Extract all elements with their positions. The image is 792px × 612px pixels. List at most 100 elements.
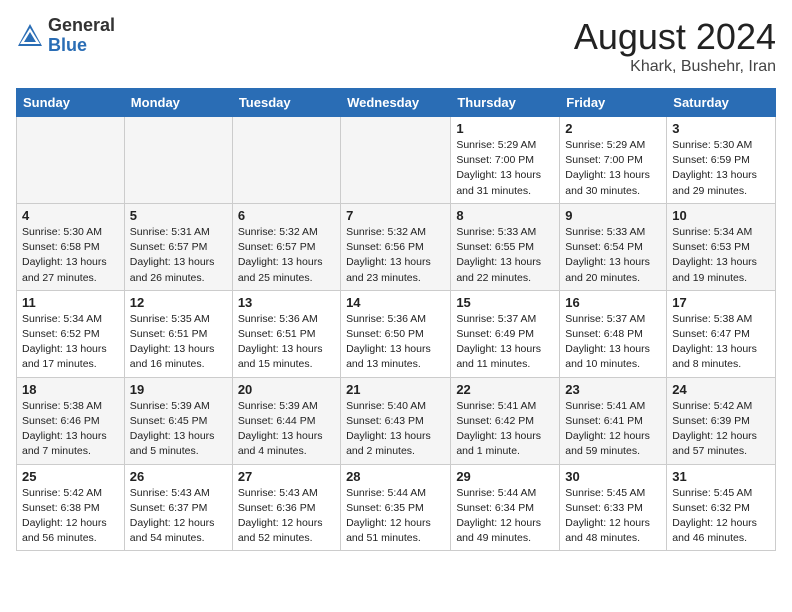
calendar-table: SundayMondayTuesdayWednesdayThursdayFrid… bbox=[16, 88, 776, 551]
calendar-week-row: 4 Sunrise: 5:30 AM Sunset: 6:58 PM Daylig… bbox=[17, 203, 776, 290]
day-number: 5 bbox=[130, 208, 227, 223]
day-info: Sunrise: 5:43 AM Sunset: 6:37 PM Dayligh… bbox=[130, 486, 227, 547]
calendar-cell: 26 Sunrise: 5:43 AM Sunset: 6:37 PM Dayli… bbox=[124, 464, 232, 551]
weekday-header-tuesday: Tuesday bbox=[232, 89, 340, 117]
day-info: Sunrise: 5:31 AM Sunset: 6:57 PM Dayligh… bbox=[130, 225, 227, 286]
day-info: Sunrise: 5:30 AM Sunset: 6:59 PM Dayligh… bbox=[672, 138, 770, 199]
day-number: 19 bbox=[130, 382, 227, 397]
day-number: 18 bbox=[22, 382, 119, 397]
calendar-cell: 29 Sunrise: 5:44 AM Sunset: 6:34 PM Dayli… bbox=[451, 464, 560, 551]
calendar-cell bbox=[17, 117, 125, 204]
day-info: Sunrise: 5:32 AM Sunset: 6:56 PM Dayligh… bbox=[346, 225, 445, 286]
calendar-cell: 27Sunrise: 5:43 AM Sunset: 6:36 PM Dayli… bbox=[232, 464, 340, 551]
day-info: Sunrise: 5:37 AM Sunset: 6:48 PM Dayligh… bbox=[565, 312, 661, 373]
calendar-cell: 21Sunrise: 5:40 AM Sunset: 6:43 PM Dayli… bbox=[341, 377, 451, 464]
day-info: Sunrise: 5:34 AM Sunset: 6:52 PM Dayligh… bbox=[22, 312, 119, 373]
weekday-header-wednesday: Wednesday bbox=[341, 89, 451, 117]
day-info: Sunrise: 5:44 AM Sunset: 6:35 PM Dayligh… bbox=[346, 486, 445, 547]
day-number: 9 bbox=[565, 208, 661, 223]
day-number: 20 bbox=[238, 382, 335, 397]
logo-general-text: General bbox=[48, 15, 115, 35]
calendar-cell: 7 Sunrise: 5:32 AM Sunset: 6:56 PM Daylig… bbox=[341, 203, 451, 290]
day-info: Sunrise: 5:45 AM Sunset: 6:32 PM Dayligh… bbox=[672, 486, 770, 547]
day-info: Sunrise: 5:41 AM Sunset: 6:42 PM Dayligh… bbox=[456, 399, 554, 460]
day-number: 31 bbox=[672, 469, 770, 484]
location-subtitle: Khark, Bushehr, Iran bbox=[574, 58, 776, 76]
calendar-cell: 3 Sunrise: 5:30 AM Sunset: 6:59 PM Daylig… bbox=[667, 117, 776, 204]
calendar-cell: 2 Sunrise: 5:29 AM Sunset: 7:00 PM Daylig… bbox=[560, 117, 667, 204]
day-info: Sunrise: 5:36 AM Sunset: 6:50 PM Dayligh… bbox=[346, 312, 445, 373]
calendar-cell: 22 Sunrise: 5:41 AM Sunset: 6:42 PM Dayli… bbox=[451, 377, 560, 464]
weekday-header-saturday: Saturday bbox=[667, 89, 776, 117]
day-info: Sunrise: 5:41 AM Sunset: 6:41 PM Dayligh… bbox=[565, 399, 661, 460]
day-number: 24 bbox=[672, 382, 770, 397]
day-number: 2 bbox=[565, 121, 661, 136]
day-info: Sunrise: 5:40 AM Sunset: 6:43 PM Dayligh… bbox=[346, 399, 445, 460]
calendar-week-row: 1 Sunrise: 5:29 AM Sunset: 7:00 PM Daylig… bbox=[17, 117, 776, 204]
calendar-cell: 24 Sunrise: 5:42 AM Sunset: 6:39 PM Dayli… bbox=[667, 377, 776, 464]
calendar-cell: 16 Sunrise: 5:37 AM Sunset: 6:48 PM Dayli… bbox=[560, 290, 667, 377]
calendar-cell bbox=[341, 117, 451, 204]
calendar-cell: 23Sunrise: 5:41 AM Sunset: 6:41 PM Dayli… bbox=[560, 377, 667, 464]
logo-icon bbox=[16, 22, 44, 50]
day-info: Sunrise: 5:33 AM Sunset: 6:55 PM Dayligh… bbox=[456, 225, 554, 286]
day-number: 1 bbox=[456, 121, 554, 136]
day-info: Sunrise: 5:33 AM Sunset: 6:54 PM Dayligh… bbox=[565, 225, 661, 286]
calendar-cell: 6 Sunrise: 5:32 AM Sunset: 6:57 PM Daylig… bbox=[232, 203, 340, 290]
day-number: 26 bbox=[130, 469, 227, 484]
day-number: 11 bbox=[22, 295, 119, 310]
day-number: 15 bbox=[456, 295, 554, 310]
calendar-cell: 5 Sunrise: 5:31 AM Sunset: 6:57 PM Daylig… bbox=[124, 203, 232, 290]
day-info: Sunrise: 5:43 AM Sunset: 6:36 PM Dayligh… bbox=[238, 486, 335, 547]
day-number: 6 bbox=[238, 208, 335, 223]
calendar-cell bbox=[124, 117, 232, 204]
day-info: Sunrise: 5:29 AM Sunset: 7:00 PM Dayligh… bbox=[565, 138, 661, 199]
month-year-title: August 2024 bbox=[574, 16, 776, 58]
day-number: 8 bbox=[456, 208, 554, 223]
weekday-header-row: SundayMondayTuesdayWednesdayThursdayFrid… bbox=[17, 89, 776, 117]
calendar-cell: 8 Sunrise: 5:33 AM Sunset: 6:55 PM Daylig… bbox=[451, 203, 560, 290]
day-info: Sunrise: 5:36 AM Sunset: 6:51 PM Dayligh… bbox=[238, 312, 335, 373]
calendar-cell: 11 Sunrise: 5:34 AM Sunset: 6:52 PM Dayli… bbox=[17, 290, 125, 377]
calendar-cell: 17Sunrise: 5:38 AM Sunset: 6:47 PM Dayli… bbox=[667, 290, 776, 377]
day-info: Sunrise: 5:42 AM Sunset: 6:38 PM Dayligh… bbox=[22, 486, 119, 547]
day-number: 7 bbox=[346, 208, 445, 223]
calendar-cell: 20Sunrise: 5:39 AM Sunset: 6:44 PM Dayli… bbox=[232, 377, 340, 464]
day-info: Sunrise: 5:37 AM Sunset: 6:49 PM Dayligh… bbox=[456, 312, 554, 373]
day-info: Sunrise: 5:38 AM Sunset: 6:46 PM Dayligh… bbox=[22, 399, 119, 460]
day-number: 4 bbox=[22, 208, 119, 223]
day-number: 28 bbox=[346, 469, 445, 484]
day-number: 22 bbox=[456, 382, 554, 397]
calendar-cell: 14Sunrise: 5:36 AM Sunset: 6:50 PM Dayli… bbox=[341, 290, 451, 377]
day-number: 17 bbox=[672, 295, 770, 310]
day-info: Sunrise: 5:35 AM Sunset: 6:51 PM Dayligh… bbox=[130, 312, 227, 373]
calendar-week-row: 11 Sunrise: 5:34 AM Sunset: 6:52 PM Dayli… bbox=[17, 290, 776, 377]
day-number: 16 bbox=[565, 295, 661, 310]
calendar-week-row: 18 Sunrise: 5:38 AM Sunset: 6:46 PM Dayli… bbox=[17, 377, 776, 464]
day-number: 12 bbox=[130, 295, 227, 310]
calendar-cell: 18 Sunrise: 5:38 AM Sunset: 6:46 PM Dayli… bbox=[17, 377, 125, 464]
calendar-cell: 30 Sunrise: 5:45 AM Sunset: 6:33 PM Dayli… bbox=[560, 464, 667, 551]
day-info: Sunrise: 5:42 AM Sunset: 6:39 PM Dayligh… bbox=[672, 399, 770, 460]
day-number: 3 bbox=[672, 121, 770, 136]
page-header: General Blue August 2024 Khark, Bushehr,… bbox=[16, 16, 776, 76]
weekday-header-thursday: Thursday bbox=[451, 89, 560, 117]
day-info: Sunrise: 5:39 AM Sunset: 6:45 PM Dayligh… bbox=[130, 399, 227, 460]
day-info: Sunrise: 5:44 AM Sunset: 6:34 PM Dayligh… bbox=[456, 486, 554, 547]
calendar-cell: 9 Sunrise: 5:33 AM Sunset: 6:54 PM Daylig… bbox=[560, 203, 667, 290]
day-info: Sunrise: 5:30 AM Sunset: 6:58 PM Dayligh… bbox=[22, 225, 119, 286]
calendar-week-row: 25Sunrise: 5:42 AM Sunset: 6:38 PM Dayli… bbox=[17, 464, 776, 551]
calendar-cell bbox=[232, 117, 340, 204]
calendar-cell: 10Sunrise: 5:34 AM Sunset: 6:53 PM Dayli… bbox=[667, 203, 776, 290]
title-block: August 2024 Khark, Bushehr, Iran bbox=[574, 16, 776, 76]
day-number: 30 bbox=[565, 469, 661, 484]
day-info: Sunrise: 5:45 AM Sunset: 6:33 PM Dayligh… bbox=[565, 486, 661, 547]
calendar-cell: 1Sunrise: 5:29 AM Sunset: 7:00 PM Daylig… bbox=[451, 117, 560, 204]
day-info: Sunrise: 5:34 AM Sunset: 6:53 PM Dayligh… bbox=[672, 225, 770, 286]
calendar-cell: 19 Sunrise: 5:39 AM Sunset: 6:45 PM Dayli… bbox=[124, 377, 232, 464]
day-info: Sunrise: 5:32 AM Sunset: 6:57 PM Dayligh… bbox=[238, 225, 335, 286]
day-number: 29 bbox=[456, 469, 554, 484]
logo: General Blue bbox=[16, 16, 115, 56]
calendar-cell: 28 Sunrise: 5:44 AM Sunset: 6:35 PM Dayli… bbox=[341, 464, 451, 551]
day-number: 13 bbox=[238, 295, 335, 310]
